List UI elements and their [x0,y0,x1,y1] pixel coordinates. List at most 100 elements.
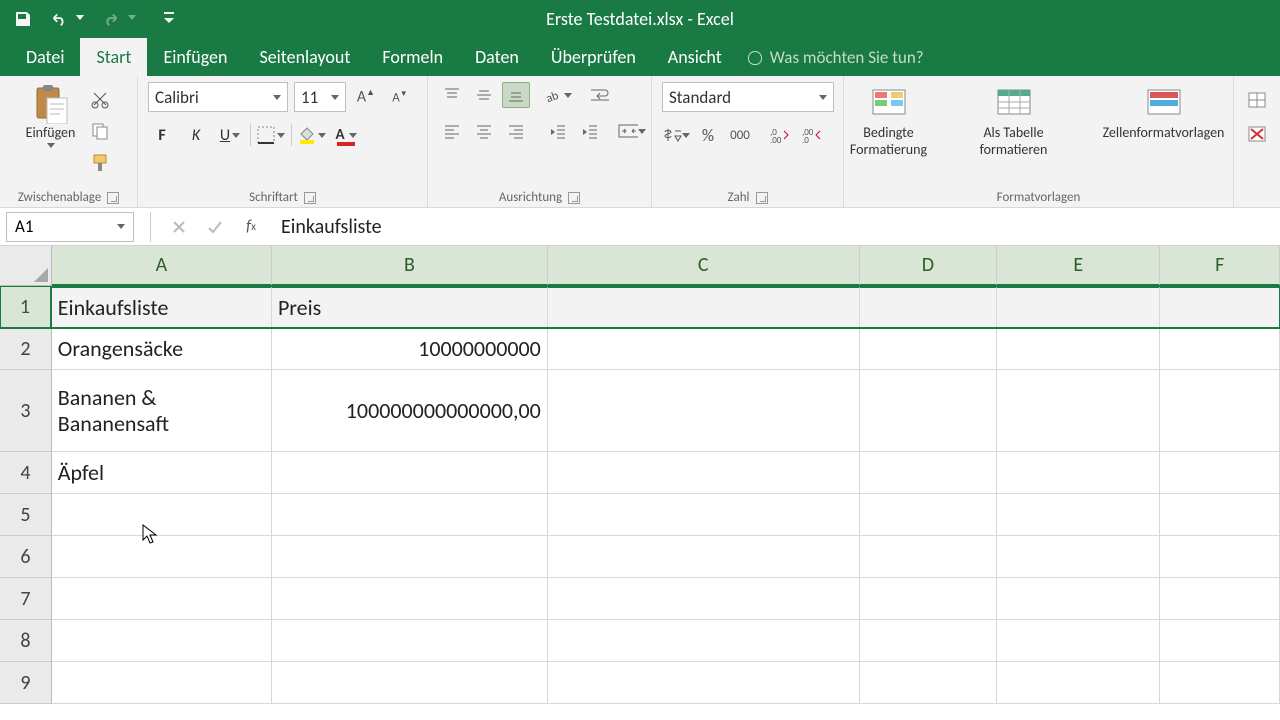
cell-F9[interactable] [1160,662,1280,704]
column-header-B[interactable]: B [272,246,548,286]
comma-format-button[interactable]: 000 [726,122,754,148]
column-header-C[interactable]: C [548,246,860,286]
cell-F4[interactable] [1160,452,1280,494]
cell-E7[interactable] [997,578,1160,620]
row-header-8[interactable]: 8 [0,620,52,662]
cell-D3[interactable] [860,370,997,452]
delete-cells-button[interactable] [1243,120,1271,146]
cell-B7[interactable] [272,578,548,620]
tab-file[interactable]: Datei [10,38,80,76]
orientation-button[interactable]: ab [544,82,572,108]
cell-E1[interactable] [997,286,1160,328]
cell-F6[interactable] [1160,536,1280,578]
cell-B3[interactable]: 100000000000000,00 [272,370,548,452]
tell-me-search[interactable]: Was möchten Sie tun? [738,39,934,76]
row-header-9[interactable]: 9 [0,662,52,704]
undo-split-icon[interactable] [76,15,84,23]
cell-E3[interactable] [997,370,1160,452]
tab-view[interactable]: Ansicht [652,38,738,76]
align-middle-button[interactable] [470,82,498,108]
tab-home[interactable]: Start [80,38,147,76]
redo-split-icon[interactable] [128,15,136,23]
column-header-A[interactable]: A [52,246,272,286]
cell-D5[interactable] [860,494,997,536]
qat-customize-icon[interactable] [160,10,178,28]
cell-C9[interactable] [548,662,860,704]
cell-D8[interactable] [860,620,997,662]
tab-review[interactable]: Überprüfen [535,38,652,76]
save-icon[interactable] [14,10,32,28]
row-header-2[interactable]: 2 [0,328,52,370]
cell-B9[interactable] [272,662,548,704]
italic-button[interactable]: K [182,122,210,148]
column-header-F[interactable]: F [1160,246,1280,286]
enter-formula-button[interactable] [203,215,227,239]
row-header-3[interactable]: 3 [0,370,52,452]
undo-icon[interactable] [50,10,68,28]
cut-button[interactable] [86,86,114,112]
cell-E9[interactable] [997,662,1160,704]
format-painter-button[interactable] [86,150,114,176]
underline-button[interactable]: U [216,122,244,148]
cell-A3[interactable]: Bananen & Bananensaft [52,370,272,452]
align-top-button[interactable] [438,82,466,108]
cell-D1[interactable] [860,286,997,328]
align-left-button[interactable] [438,118,466,144]
wrap-text-button[interactable] [586,82,614,108]
borders-button[interactable] [257,122,285,148]
fill-color-button[interactable] [298,122,326,148]
cell-D7[interactable] [860,578,997,620]
align-right-button[interactable] [502,118,530,144]
cell-B6[interactable] [272,536,548,578]
column-header-D[interactable]: D [860,246,997,286]
cell-F5[interactable] [1160,494,1280,536]
increase-font-button[interactable]: A▲ [352,84,380,110]
cell-F7[interactable] [1160,578,1280,620]
cell-F1[interactable] [1160,286,1280,328]
number-format-combo[interactable]: Standard [662,82,834,112]
cell-C1[interactable] [548,286,860,328]
bold-button[interactable]: F [148,122,176,148]
merge-center-button[interactable] [618,118,646,144]
align-bottom-button[interactable] [502,82,530,108]
insert-cells-button[interactable] [1243,86,1271,112]
decrease-decimal-button[interactable]: ,00,0 [798,122,826,148]
cell-B2[interactable]: 10000000000 [272,328,548,370]
row-header-1[interactable]: 1 [0,286,52,328]
cell-A1[interactable]: Einkaufsliste [52,286,272,328]
cell-B5[interactable] [272,494,548,536]
dialog-launcher-icon[interactable] [756,192,768,204]
select-all-corner[interactable] [0,246,52,286]
cell-C3[interactable] [548,370,860,452]
cell-E2[interactable] [997,328,1160,370]
font-color-button[interactable]: A [332,122,360,148]
row-header-4[interactable]: 4 [0,452,52,494]
dialog-launcher-icon[interactable] [107,192,119,204]
decrease-indent-button[interactable] [544,118,572,144]
cell-D6[interactable] [860,536,997,578]
cell-A5[interactable] [52,494,272,536]
increase-decimal-button[interactable]: ,0,00 [766,122,794,148]
name-box[interactable]: A1 [6,212,134,242]
cell-D2[interactable] [860,328,997,370]
cell-C5[interactable] [548,494,860,536]
dialog-launcher-icon[interactable] [568,192,580,204]
cell-C2[interactable] [548,328,860,370]
cell-A9[interactable] [52,662,272,704]
cell-A4[interactable]: Äpfel [52,452,272,494]
row-header-5[interactable]: 5 [0,494,52,536]
conditional-formatting-button[interactable]: Bedingte Formatierung [833,82,945,162]
tab-insert[interactable]: Einfügen [147,38,243,76]
paste-button[interactable]: Einfügen [24,82,78,152]
font-size-combo[interactable]: 11 [294,82,346,112]
cell-C7[interactable] [548,578,860,620]
cell-C6[interactable] [548,536,860,578]
cell-D9[interactable] [860,662,997,704]
insert-function-button[interactable]: fx [239,215,263,239]
worksheet-grid[interactable]: ABCDEF1EinkaufslistePreis2Orangensäcke10… [0,246,1280,704]
accounting-format-button[interactable] [662,122,690,148]
cell-B4[interactable] [272,452,548,494]
cell-styles-button[interactable]: Zellenformatvorlagen [1083,82,1245,145]
copy-button[interactable] [86,118,114,144]
dialog-launcher-icon[interactable] [304,192,316,204]
